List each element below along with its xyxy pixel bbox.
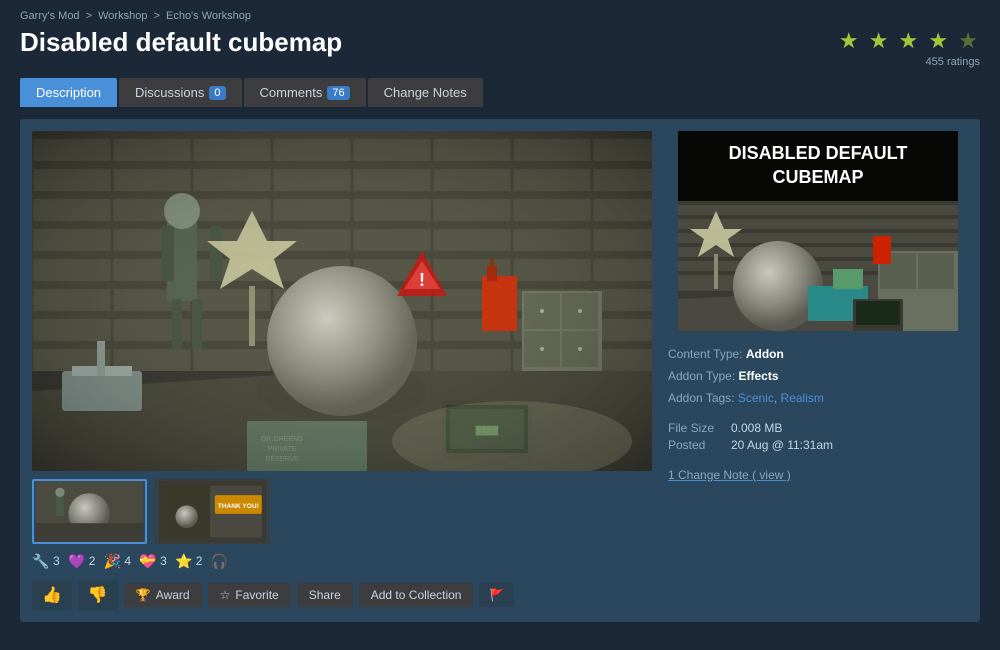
star-5: ★	[958, 28, 980, 53]
title-row: Disabled default cubemap ★ ★ ★ ★ ★ 455 r…	[20, 28, 980, 68]
wrench-icon: 🔧	[32, 552, 50, 570]
breadcrumb-echos-workshop[interactable]: Echo's Workshop	[166, 10, 251, 22]
file-size-value: 0.008 MB	[731, 421, 782, 435]
content-area: ! DR.GREENS	[20, 119, 980, 622]
share-button[interactable]: Share	[297, 583, 353, 607]
addon-tags-row: Addon Tags: Scenic, Realism	[668, 389, 968, 407]
svg-text:CUBEMAP: CUBEMAP	[772, 167, 863, 187]
addon-type-label: Addon Type:	[668, 369, 735, 383]
file-size-label: File Size	[668, 421, 723, 435]
thumbup-button[interactable]: 👍	[32, 580, 72, 610]
posted-row: Posted 20 Aug @ 11:31am	[668, 438, 968, 452]
sparkleheart-icon: 💝	[139, 552, 157, 570]
action-row: 👍 👎 🏆 Award ☆ Favorite Share Add to Coll…	[32, 580, 652, 610]
breadcrumb: Garry's Mod > Workshop > Echo's Workshop	[20, 10, 980, 22]
posted-label: Posted	[668, 438, 723, 452]
change-note-link[interactable]: 1 Change Note ( view )	[668, 468, 791, 482]
star-1: ★	[839, 28, 861, 53]
tab-discussions-label: Discussions	[135, 85, 204, 100]
addtocollection-label: Add to Collection	[371, 588, 462, 602]
breadcrumb-garrysmod[interactable]: Garry's Mod	[20, 10, 80, 22]
addon-tag-scenic[interactable]: Scenic	[738, 391, 774, 405]
svg-text:DISABLED DEFAULT: DISABLED DEFAULT	[729, 143, 908, 163]
change-note: 1 Change Note ( view )	[668, 466, 968, 484]
tab-description[interactable]: Description	[20, 78, 117, 107]
reaction-party: 🎉 4	[103, 552, 131, 570]
preview-image: DISABLED DEFAULT CUBEMAP	[668, 131, 968, 331]
reaction-sparkleheart: 💝 3	[139, 552, 167, 570]
reaction-party-count: 4	[124, 554, 131, 568]
flag-button[interactable]: 🚩	[479, 583, 514, 607]
breadcrumb-workshop[interactable]: Workshop	[98, 10, 147, 22]
content-type-row: Content Type: Addon	[668, 345, 968, 363]
change-note-view: ( view )	[752, 468, 791, 482]
tab-discussions-badge: 0	[209, 86, 225, 100]
page-title: Disabled default cubemap	[20, 28, 342, 57]
tab-changenotes-label: Change Notes	[384, 85, 467, 100]
award-label: Award	[156, 588, 190, 602]
page-wrapper: Garry's Mod > Workshop > Echo's Workshop…	[0, 0, 1000, 632]
breadcrumb-sep1: >	[86, 10, 95, 22]
right-column: DISABLED DEFAULT CUBEMAP	[668, 131, 968, 610]
change-note-view-text: ( view )	[752, 468, 791, 482]
breadcrumb-sep2: >	[154, 10, 163, 22]
favorite-button[interactable]: ☆ Favorite	[208, 583, 291, 607]
content-type-value: Addon	[746, 347, 784, 361]
addon-type-value: Effects	[739, 369, 779, 383]
tab-description-label: Description	[36, 85, 101, 100]
addon-tags-label: Addon Tags:	[668, 391, 735, 405]
svg-text:THANK YOU!: THANK YOU!	[218, 503, 259, 510]
rating-count: 455 ratings	[839, 56, 980, 68]
reaction-star-count: 2	[196, 554, 203, 568]
reaction-star: ⭐ 2	[175, 552, 203, 570]
tabs-bar: Description Discussions 0 Comments 76 Ch…	[20, 78, 980, 107]
reaction-heart: 💜 2	[68, 552, 96, 570]
reaction-sparkleheart-count: 3	[160, 554, 167, 568]
left-column: ! DR.GREENS	[32, 131, 652, 610]
change-note-text: 1 Change Note	[668, 468, 749, 482]
main-screenshot-svg: ! DR.GREENS	[32, 131, 652, 471]
tab-discussions[interactable]: Discussions 0	[119, 78, 241, 107]
addon-metadata: Content Type: Addon Addon Type: Effects …	[668, 345, 968, 407]
star-4: ★	[928, 28, 950, 53]
thumbdown-button[interactable]: 👎	[78, 580, 118, 610]
heart-icon: 💜	[68, 552, 86, 570]
star-3: ★	[899, 28, 921, 53]
flag-icon: 🚩	[489, 588, 504, 602]
posted-value: 20 Aug @ 11:31am	[731, 438, 833, 452]
main-screenshot[interactable]: ! DR.GREENS	[32, 131, 652, 471]
award-icon: 🏆	[136, 588, 151, 602]
award-button[interactable]: 🏆 Award	[124, 583, 202, 607]
party-icon: 🎉	[103, 552, 121, 570]
favorite-label: Favorite	[235, 588, 278, 602]
file-size-row: File Size 0.008 MB	[668, 421, 968, 435]
content-type-label: Content Type:	[668, 347, 743, 361]
addon-tag-realism[interactable]: Realism	[781, 391, 824, 405]
addtocollection-button[interactable]: Add to Collection	[359, 583, 474, 607]
file-info: File Size 0.008 MB Posted 20 Aug @ 11:31…	[668, 421, 968, 452]
reaction-heart-count: 2	[89, 554, 96, 568]
tab-comments-badge: 76	[327, 86, 349, 100]
reaction-headphone: 🎧	[210, 552, 228, 570]
share-label: Share	[309, 588, 341, 602]
star-icon-btn: ☆	[220, 588, 231, 602]
thumbnails-row: THANK YOU!	[32, 479, 652, 544]
rating-block: ★ ★ ★ ★ ★ 455 ratings	[839, 28, 980, 68]
star-rating: ★ ★ ★ ★ ★	[839, 28, 980, 54]
reaction-wrench: 🔧 3	[32, 552, 60, 570]
tab-comments-label: Comments	[260, 85, 323, 100]
tab-changenotes[interactable]: Change Notes	[368, 78, 483, 107]
addon-type-row: Addon Type: Effects	[668, 367, 968, 385]
star-icon: ⭐	[175, 552, 193, 570]
thumbnail-2[interactable]: THANK YOU!	[155, 479, 270, 544]
star-2: ★	[869, 28, 891, 53]
reaction-wrench-count: 3	[53, 554, 60, 568]
tab-comments[interactable]: Comments 76	[244, 78, 366, 107]
thumbnail-1[interactable]	[32, 479, 147, 544]
headphone-icon: 🎧	[210, 552, 228, 570]
reaction-row: 🔧 3 💜 2 🎉 4 💝 3 ⭐ 2	[32, 552, 652, 570]
